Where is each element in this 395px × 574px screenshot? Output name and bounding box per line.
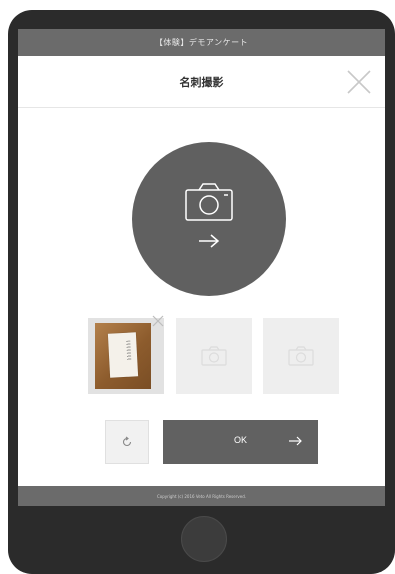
- ok-button[interactable]: OK: [163, 420, 318, 464]
- thumbnail-3[interactable]: [263, 318, 339, 394]
- take-photo-button[interactable]: [132, 142, 286, 296]
- app-title-bar: 【体験】デモアンケート: [18, 29, 385, 56]
- thumbnail-1[interactable]: [88, 315, 164, 394]
- home-button[interactable]: [181, 516, 227, 562]
- close-icon[interactable]: [152, 315, 164, 327]
- rotate-icon: [122, 436, 132, 447]
- close-button[interactable]: [345, 68, 373, 96]
- header: 名刺撮影: [18, 56, 385, 108]
- page-title: 名刺撮影: [179, 75, 224, 89]
- arrow-right-icon: [289, 436, 302, 446]
- app-title: 【体験】デモアンケート: [154, 38, 249, 47]
- arrow-right-icon: [199, 234, 220, 248]
- close-icon: [347, 70, 371, 94]
- tablet-device: 【体験】デモアンケート 名刺撮影 OK Copyright (c) 2016 V…: [8, 10, 395, 574]
- footer: Copyright (c) 2016 Veto All Rights Reser…: [18, 486, 385, 506]
- thumbnail-2[interactable]: [176, 318, 252, 394]
- copyright-text: Copyright (c) 2016 Veto All Rights Reser…: [156, 493, 247, 499]
- camera-icon: [288, 346, 314, 366]
- rotate-button[interactable]: [105, 420, 149, 464]
- camera-icon: [185, 183, 233, 221]
- camera-icon: [201, 346, 227, 366]
- business-card: [107, 332, 139, 378]
- thumbnail-strip: [88, 315, 348, 394]
- business-card-photo: [95, 323, 151, 389]
- screen: 【体験】デモアンケート 名刺撮影 OK Copyright (c) 2016 V…: [18, 29, 385, 506]
